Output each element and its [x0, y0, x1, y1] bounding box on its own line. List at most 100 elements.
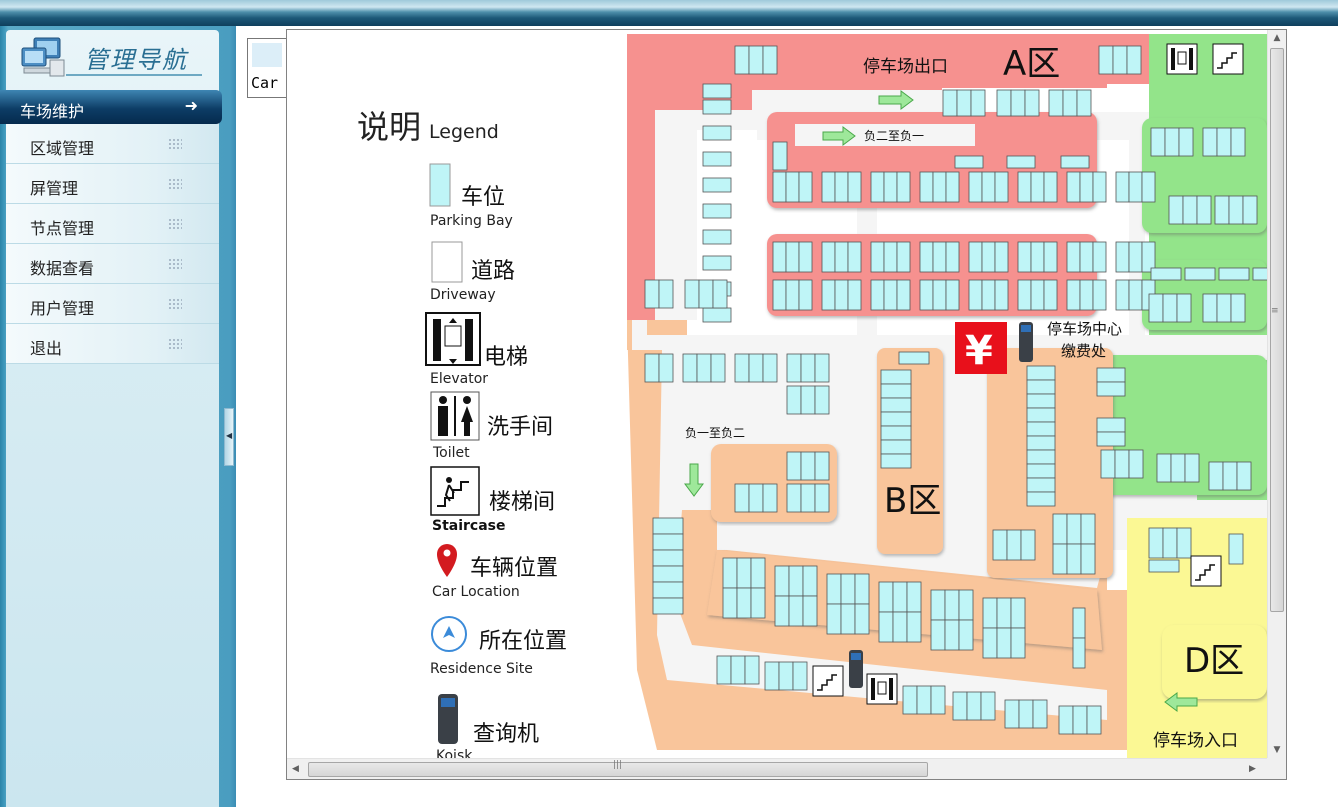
map-viewport[interactable]: 说明 Legend 车位 Parking Bay 道路 Driveway 电梯 … — [287, 30, 1267, 759]
parking-bay[interactable] — [1017, 241, 1032, 273]
parking-bay[interactable] — [1066, 543, 1082, 575]
parking-bay[interactable] — [722, 557, 738, 589]
parking-bay[interactable] — [1150, 127, 1166, 157]
parking-bay[interactable] — [898, 351, 930, 365]
parking-bay[interactable] — [1112, 45, 1128, 75]
parking-bay[interactable] — [1115, 241, 1130, 273]
parking-bay[interactable] — [826, 573, 842, 605]
parking-bay[interactable] — [892, 581, 908, 613]
parking-bay[interactable] — [932, 279, 947, 311]
parking-bay[interactable] — [744, 655, 760, 685]
parking-bay[interactable] — [847, 171, 862, 203]
parking-bay[interactable] — [788, 565, 804, 597]
parking-bay[interactable] — [1092, 171, 1107, 203]
parking-bay[interactable] — [1176, 293, 1192, 323]
parking-bay[interactable] — [658, 279, 674, 309]
nav-item-user-management[interactable]: 用户管理 — [6, 284, 219, 324]
parking-bay[interactable] — [834, 241, 849, 273]
parking-bay[interactable] — [800, 451, 816, 481]
parking-bay[interactable] — [772, 171, 787, 203]
parking-bay[interactable] — [1100, 449, 1116, 479]
parking-bay[interactable] — [1170, 453, 1186, 483]
parking-bay[interactable] — [762, 353, 778, 383]
parking-bay[interactable] — [1236, 461, 1252, 491]
parking-bay[interactable] — [1096, 381, 1126, 397]
parking-bay[interactable] — [1043, 279, 1058, 311]
parking-bay[interactable] — [966, 691, 982, 721]
parking-bay[interactable] — [734, 483, 750, 513]
parking-bay[interactable] — [1202, 293, 1218, 323]
parking-bay[interactable] — [1058, 705, 1074, 735]
parking-bay[interactable] — [772, 141, 788, 171]
parking-bay[interactable] — [802, 565, 818, 597]
parking-bay[interactable] — [1066, 171, 1081, 203]
parking-bay[interactable] — [684, 279, 700, 309]
parking-bay[interactable] — [870, 171, 885, 203]
parking-bay[interactable] — [1017, 279, 1032, 311]
parking-bay[interactable] — [1030, 171, 1045, 203]
parking-bay[interactable] — [821, 171, 836, 203]
parking-bay[interactable] — [788, 595, 804, 627]
parking-bay[interactable] — [1026, 393, 1056, 409]
parking-bay[interactable] — [1115, 279, 1130, 311]
parking-bay[interactable] — [1128, 449, 1144, 479]
parking-bay[interactable] — [764, 661, 780, 691]
parking-bay[interactable] — [1076, 89, 1092, 117]
parking-bay[interactable] — [1148, 527, 1164, 559]
vertical-scroll-thumb[interactable] — [1270, 48, 1284, 612]
parking-bay[interactable] — [1079, 279, 1094, 311]
parking-bay[interactable] — [996, 597, 1012, 629]
sidebar-collapse-handle[interactable]: ◀ — [224, 408, 234, 466]
parking-bay[interactable] — [980, 691, 996, 721]
parking-bay[interactable] — [880, 453, 912, 469]
parking-bay[interactable] — [702, 177, 732, 193]
parking-bay[interactable] — [958, 619, 974, 651]
parking-bay[interactable] — [1228, 533, 1244, 565]
parking-bay[interactable] — [1026, 477, 1056, 493]
parking-bay[interactable] — [1252, 267, 1267, 281]
parking-bay[interactable] — [878, 611, 894, 643]
nav-item-screen-management[interactable]: 屏管理 — [6, 164, 219, 204]
parking-bay[interactable] — [1208, 461, 1224, 491]
parking-bay[interactable] — [880, 439, 912, 455]
parking-bay[interactable] — [932, 171, 947, 203]
parking-bay[interactable] — [834, 279, 849, 311]
parking-bay[interactable] — [847, 279, 862, 311]
parking-bay[interactable] — [902, 685, 918, 715]
parking-bay[interactable] — [1026, 365, 1056, 381]
parking-bay[interactable] — [994, 241, 1009, 273]
parking-bay[interactable] — [945, 279, 960, 311]
parking-bay[interactable] — [919, 171, 934, 203]
parking-bay[interactable] — [748, 353, 764, 383]
parking-bay[interactable] — [1141, 241, 1156, 273]
parking-bay[interactable] — [1020, 529, 1036, 561]
parking-bay[interactable] — [945, 241, 960, 273]
parking-bay[interactable] — [880, 383, 912, 399]
parking-bay[interactable] — [1092, 241, 1107, 273]
parking-bay[interactable] — [1018, 699, 1034, 729]
parking-bay[interactable] — [883, 241, 898, 273]
parking-bay[interactable] — [1156, 453, 1172, 483]
parking-bay[interactable] — [981, 171, 996, 203]
parking-bay[interactable] — [1060, 155, 1090, 169]
parking-bay[interactable] — [1072, 705, 1088, 735]
parking-bay[interactable] — [880, 425, 912, 441]
parking-bay[interactable] — [1079, 241, 1094, 273]
parking-bay[interactable] — [792, 661, 808, 691]
parking-bay[interactable] — [1026, 379, 1056, 395]
parking-bay[interactable] — [981, 279, 996, 311]
parking-bay[interactable] — [800, 353, 816, 383]
parking-bay[interactable] — [1004, 699, 1020, 729]
parking-bay[interactable] — [1182, 195, 1198, 225]
parking-bay[interactable] — [772, 279, 787, 311]
parking-bay[interactable] — [826, 603, 842, 635]
parking-bay[interactable] — [956, 89, 972, 117]
parking-bay[interactable] — [1176, 527, 1192, 559]
parking-bay[interactable] — [944, 589, 960, 621]
parking-bay[interactable] — [968, 171, 983, 203]
nav-item-data-view[interactable]: 数据查看 — [6, 244, 219, 284]
parking-bay[interactable] — [652, 581, 684, 599]
parking-bay[interactable] — [883, 279, 898, 311]
parking-bay[interactable] — [880, 397, 912, 413]
parking-bay[interactable] — [1080, 543, 1096, 575]
